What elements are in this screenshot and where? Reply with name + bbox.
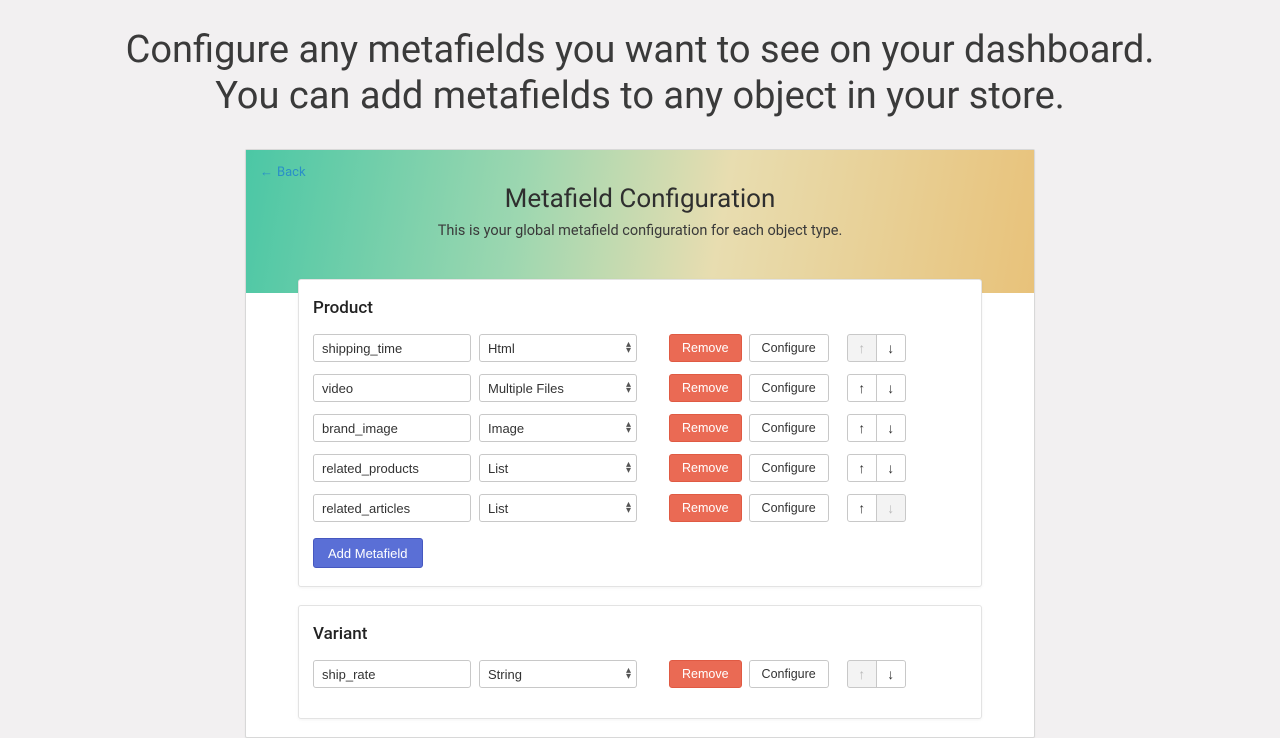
panel-subtitle: This is your global metafield configurat… [260, 222, 1020, 239]
remove-button[interactable]: Remove [669, 660, 742, 688]
move-down-button[interactable]: ↓ [876, 334, 906, 362]
metafield-name-input[interactable] [313, 414, 471, 442]
remove-button[interactable]: Remove [669, 334, 742, 362]
configure-button[interactable]: Configure [749, 660, 829, 688]
headline-line1: Configure any metafields you want to see… [126, 28, 1155, 72]
metafield-row: List▴▾RemoveConfigure↑↓ [313, 494, 967, 522]
move-down-button[interactable]: ↓ [876, 414, 906, 442]
metafield-row: String▴▾RemoveConfigure↑↓ [313, 660, 967, 688]
panel-title: Metafield Configuration [260, 184, 1020, 214]
move-up-button[interactable]: ↑ [847, 374, 877, 402]
reorder-group: ↑↓ [847, 454, 906, 482]
move-up-button[interactable]: ↑ [847, 454, 877, 482]
section-card: VariantString▴▾RemoveConfigure↑↓ [298, 605, 982, 719]
move-up-button[interactable]: ↑ [847, 494, 877, 522]
metafield-type-select[interactable]: String [479, 660, 637, 688]
metafield-name-input[interactable] [313, 334, 471, 362]
metafield-row: Html▴▾RemoveConfigure↑↓ [313, 334, 967, 362]
metafield-name-input[interactable] [313, 494, 471, 522]
remove-button[interactable]: Remove [669, 454, 742, 482]
move-down-button[interactable]: ↓ [876, 660, 906, 688]
headline-line2: You can add metafields to any object in … [215, 74, 1065, 118]
remove-button[interactable]: Remove [669, 494, 742, 522]
metafield-row: List▴▾RemoveConfigure↑↓ [313, 454, 967, 482]
move-down-button[interactable]: ↓ [876, 374, 906, 402]
remove-button[interactable]: Remove [669, 414, 742, 442]
move-down-button[interactable]: ↓ [876, 454, 906, 482]
section-card: ProductHtml▴▾RemoveConfigure↑↓Multiple F… [298, 279, 982, 587]
configure-button[interactable]: Configure [749, 454, 829, 482]
metafield-type-select[interactable]: Multiple Files [479, 374, 637, 402]
marketing-headline: Configure any metafields you want to see… [0, 0, 1280, 139]
configure-button[interactable]: Configure [749, 494, 829, 522]
add-metafield-button[interactable]: Add Metafield [313, 538, 423, 568]
metafield-type-select[interactable]: List [479, 454, 637, 482]
reorder-group: ↑↓ [847, 414, 906, 442]
reorder-group: ↑↓ [847, 334, 906, 362]
metafield-name-input[interactable] [313, 454, 471, 482]
section-title: Variant [313, 624, 967, 644]
metafield-type-select[interactable]: Image [479, 414, 637, 442]
reorder-group: ↑↓ [847, 494, 906, 522]
reorder-group: ↑↓ [847, 660, 906, 688]
metafield-type-select[interactable]: Html [479, 334, 637, 362]
section-title: Product [313, 298, 967, 318]
remove-button[interactable]: Remove [669, 374, 742, 402]
back-link[interactable]: ← Back [260, 164, 306, 180]
metafield-name-input[interactable] [313, 660, 471, 688]
metafield-row: Image▴▾RemoveConfigure↑↓ [313, 414, 967, 442]
move-down-button: ↓ [876, 494, 906, 522]
move-up-button: ↑ [847, 660, 877, 688]
arrow-left-icon: ← [260, 164, 273, 180]
configure-button[interactable]: Configure [749, 374, 829, 402]
configure-button[interactable]: Configure [749, 414, 829, 442]
config-panel: ← Back Metafield Configuration This is y… [245, 149, 1035, 738]
metafield-name-input[interactable] [313, 374, 471, 402]
reorder-group: ↑↓ [847, 374, 906, 402]
move-up-button[interactable]: ↑ [847, 414, 877, 442]
back-label: Back [277, 165, 306, 180]
panel-header: ← Back Metafield Configuration This is y… [246, 150, 1034, 293]
metafield-type-select[interactable]: List [479, 494, 637, 522]
move-up-button: ↑ [847, 334, 877, 362]
configure-button[interactable]: Configure [749, 334, 829, 362]
metafield-row: Multiple Files▴▾RemoveConfigure↑↓ [313, 374, 967, 402]
